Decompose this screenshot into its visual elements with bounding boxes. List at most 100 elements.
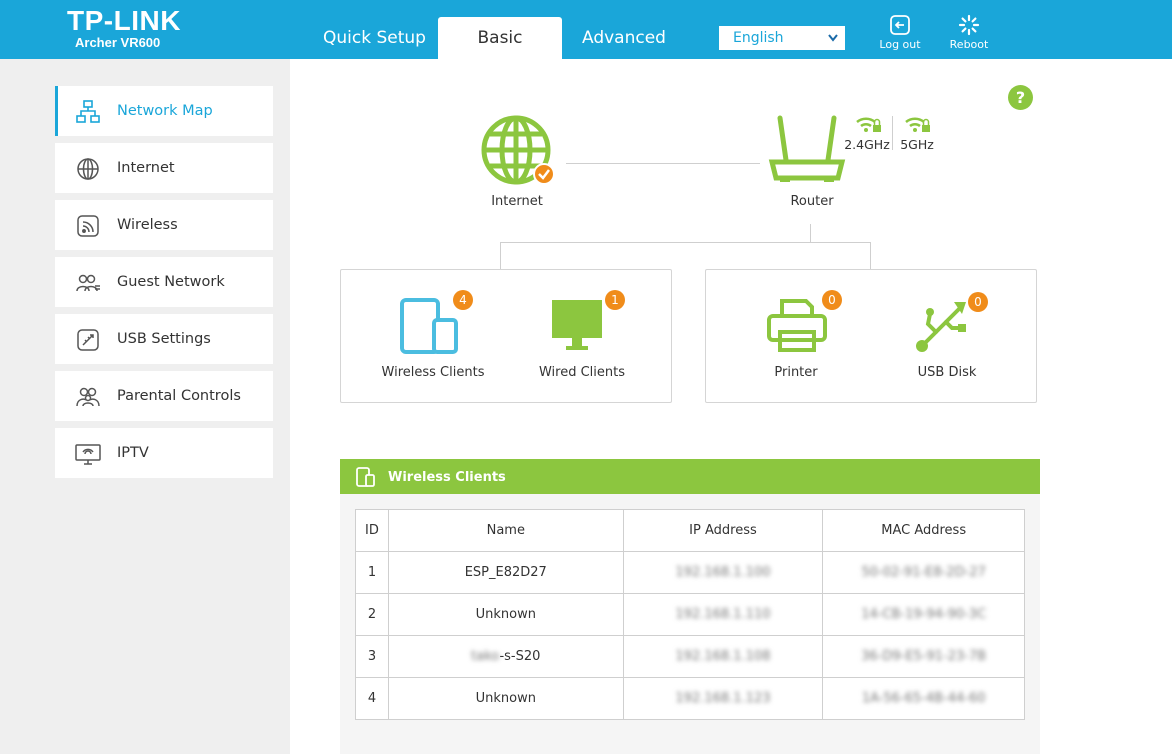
- reboot-icon: [958, 14, 980, 36]
- wireless-clients-label: Wireless Clients: [381, 365, 485, 380]
- sidebar-item-label: IPTV: [117, 445, 149, 461]
- usb-disk-label: USB Disk: [917, 365, 977, 380]
- wireless-clients-icon: [400, 298, 458, 354]
- wireless-clients-node[interactable]: [400, 298, 460, 354]
- sidebar-item-iptv[interactable]: IPTV: [55, 428, 273, 478]
- reboot-label: Reboot: [949, 38, 989, 51]
- name-suffix: -s-S20: [499, 649, 541, 664]
- help-button[interactable]: ?: [1008, 85, 1033, 110]
- reboot-button[interactable]: Reboot: [939, 14, 999, 51]
- router-icon: [768, 115, 846, 182]
- table-row: 2 Unknown 192.168.1.110 14-CB-19-94-90-3…: [355, 593, 1025, 636]
- sidebar-item-internet[interactable]: Internet: [55, 143, 273, 193]
- usb-disk-node[interactable]: [914, 298, 970, 354]
- redacted-mac: 50-02-91-E8-2D-27: [861, 565, 986, 580]
- table-row: 1 ESP_E82D27 192.168.1.100 50-02-91-E8-2…: [355, 551, 1025, 594]
- sidebar-item-wireless[interactable]: Wireless: [55, 200, 273, 250]
- table-row: 3 tako-s-S20 192.168.1.108 36-D9-E5-91-2…: [355, 635, 1025, 678]
- logout-icon: [890, 15, 910, 35]
- cell-mac: 14-CB-19-94-90-3C: [822, 593, 1025, 636]
- wireless-clients-count: 4: [453, 290, 473, 310]
- cell-id: 1: [355, 551, 389, 594]
- cell-mac: 1A-56-65-4B-44-60: [822, 677, 1025, 720]
- clients-table: ID Name IP Address MAC Address 1 ESP_E82…: [355, 509, 1025, 720]
- tab-advanced[interactable]: Advanced: [563, 17, 685, 59]
- language-select[interactable]: English: [719, 26, 845, 50]
- model-name: Archer VR600: [75, 35, 161, 50]
- cell-id: 2: [355, 593, 389, 636]
- logout-label: Log out: [879, 38, 921, 51]
- sidebar-item-label: Wireless: [117, 217, 178, 233]
- sidebar: Network Map Internet Wireless Guest Netw…: [0, 59, 290, 754]
- cell-id: 4: [355, 677, 389, 720]
- printer-icon: [767, 299, 827, 352]
- cell-name: Unknown: [387, 677, 624, 720]
- guest-network-icon: [76, 274, 100, 292]
- wireless-icon: [77, 215, 99, 237]
- language-value: English: [733, 30, 784, 46]
- cell-name: tako-s-S20: [387, 635, 624, 678]
- redacted-mac: 1A-56-65-4B-44-60: [861, 691, 986, 706]
- logout-button[interactable]: Log out: [870, 14, 930, 51]
- band-divider: [892, 116, 893, 150]
- sidebar-item-label: Guest Network: [117, 274, 225, 290]
- sidebar-item-label: Parental Controls: [117, 388, 241, 404]
- tab-basic[interactable]: Basic: [438, 17, 562, 59]
- sidebar-item-label: Network Map: [117, 103, 213, 119]
- cell-name: ESP_E82D27: [387, 551, 624, 594]
- cell-mac: 36-D9-E5-91-23-7B: [822, 635, 1025, 678]
- monitor-icon: [552, 300, 602, 350]
- table-row: 4 Unknown 192.168.1.123 1A-56-65-4B-44-6…: [355, 677, 1025, 720]
- panel-title: Wireless Clients: [388, 470, 506, 485]
- column-header-mac: MAC Address: [822, 509, 1025, 552]
- internet-label: Internet: [491, 194, 543, 209]
- table-header-row: ID Name IP Address MAC Address: [355, 509, 1025, 552]
- wifi-lock-icon: [856, 117, 881, 132]
- cell-mac: 50-02-91-E8-2D-27: [822, 551, 1025, 594]
- cell-name: Unknown: [387, 593, 624, 636]
- sidebar-item-guest-network[interactable]: Guest Network: [55, 257, 273, 307]
- sidebar-item-network-map[interactable]: Network Map: [55, 86, 273, 136]
- printer-count: 0: [822, 290, 842, 310]
- printer-node[interactable]: [766, 298, 828, 354]
- redacted-mac: 14-CB-19-94-90-3C: [861, 607, 987, 622]
- iptv-icon: [75, 444, 101, 465]
- sidebar-item-usb-settings[interactable]: USB Settings: [55, 314, 273, 364]
- network-map-icon: [76, 100, 100, 123]
- connector-line: [500, 242, 871, 243]
- panel-header: Wireless Clients: [340, 459, 1040, 494]
- redacted-name: tako: [471, 649, 500, 664]
- wifi-lock-icon: [905, 117, 930, 132]
- wireless-clients-icon: [356, 467, 375, 487]
- column-header-name: Name: [387, 509, 624, 552]
- usb-settings-icon: [77, 329, 99, 351]
- redacted-ip: 192.168.1.123: [675, 691, 771, 706]
- connector-line: [870, 242, 871, 269]
- wired-clients-label: Wired Clients: [538, 365, 626, 380]
- cell-ip: 192.168.1.100: [622, 551, 824, 594]
- tab-quick-setup[interactable]: Quick Setup: [313, 17, 436, 59]
- internet-node[interactable]: [480, 114, 556, 190]
- cell-ip: 192.168.1.110: [622, 593, 824, 636]
- band-24ghz-label: 2.4GHz: [844, 137, 890, 152]
- globe-icon: [77, 158, 99, 180]
- parental-controls-icon: [76, 387, 100, 407]
- wired-clients-node[interactable]: [550, 298, 606, 352]
- sidebar-item-parental-controls[interactable]: Parental Controls: [55, 371, 273, 421]
- cell-ip: 192.168.1.108: [622, 635, 824, 678]
- chevron-down-icon: [827, 26, 839, 58]
- sidebar-item-label: Internet: [117, 160, 175, 176]
- brand-logo: TP-LINK: [67, 5, 181, 36]
- globe-icon: [481, 115, 555, 185]
- router-node[interactable]: [766, 114, 848, 186]
- check-badge-icon: [533, 163, 555, 185]
- column-header-ip: IP Address: [622, 509, 824, 552]
- redacted-ip: 192.168.1.110: [675, 607, 771, 622]
- wired-clients-count: 1: [605, 290, 625, 310]
- column-header-id: ID: [355, 509, 389, 552]
- usb-icon: [916, 302, 966, 352]
- wireless-clients-panel: Wireless Clients ID Name IP Address MAC …: [340, 459, 1040, 754]
- redacted-ip: 192.168.1.108: [675, 649, 771, 664]
- band-5ghz-label: 5GHz: [900, 137, 934, 152]
- cell-ip: 192.168.1.123: [622, 677, 824, 720]
